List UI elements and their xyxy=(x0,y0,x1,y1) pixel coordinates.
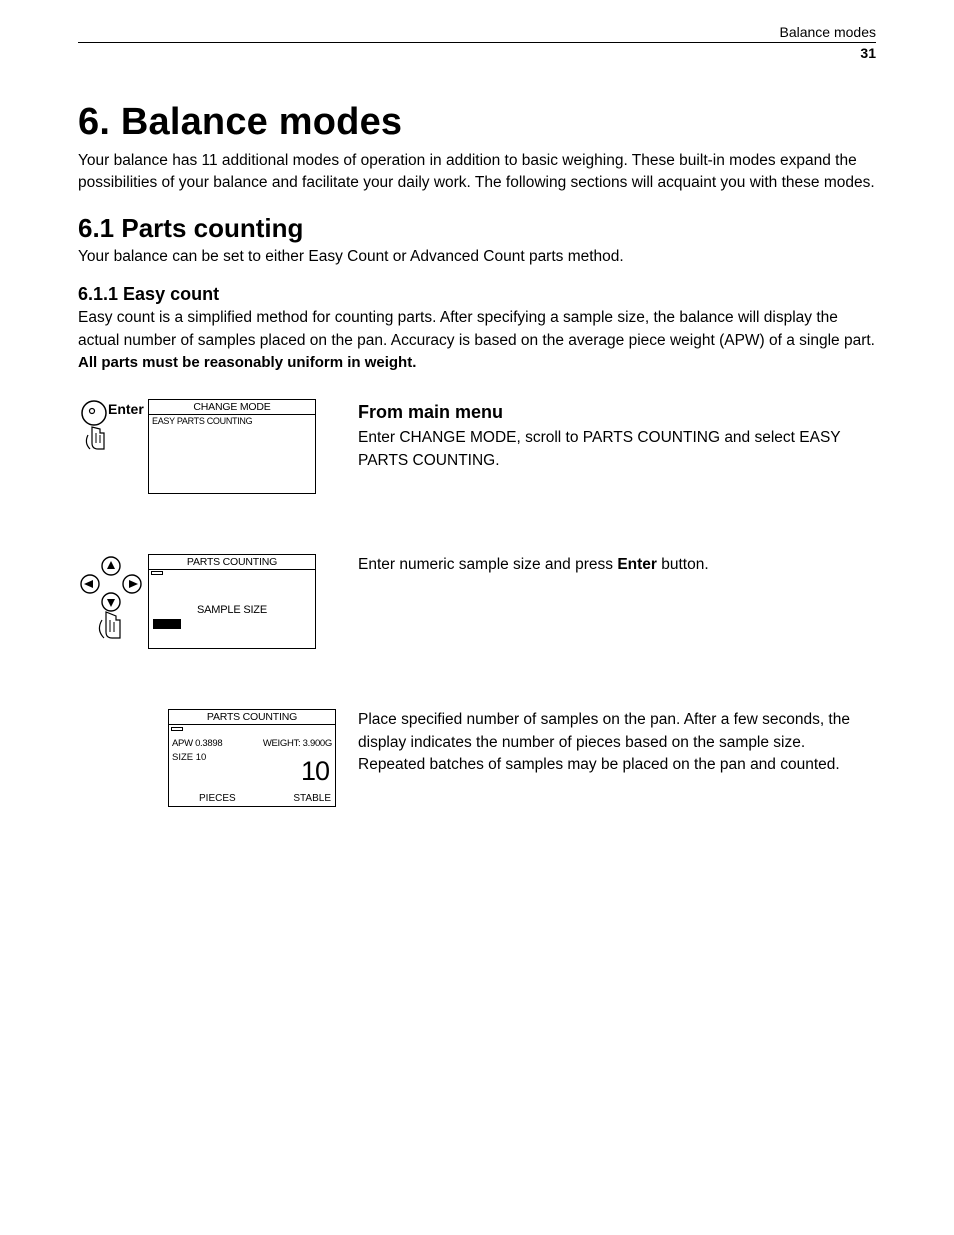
chapter-title: 6. Balance modes xyxy=(78,101,876,144)
step-1-graphic: Enter CHANGE MODE EASY PARTS COUNTING xyxy=(78,399,358,494)
lcd-screen-result: PARTS COUNTING APW 0.3898 WEIGHT: 3.900G… xyxy=(168,709,336,807)
header-rule xyxy=(78,42,876,43)
lcd-screen-change-mode: CHANGE MODE EASY PARTS COUNTING xyxy=(148,399,316,494)
lcd-weight: WEIGHT: 3.900G xyxy=(263,738,332,749)
step-3: PARTS COUNTING APW 0.3898 WEIGHT: 3.900G… xyxy=(78,709,876,807)
step-1-body: Enter CHANGE MODE, scroll to PARTS COUNT… xyxy=(358,429,840,468)
step-2-body-b: button. xyxy=(657,556,709,573)
step-1-text: From main menu Enter CHANGE MODE, scroll… xyxy=(358,399,876,472)
lcd-line2: EASY PARTS COUNTING xyxy=(149,415,315,429)
enter-word-bold: Enter xyxy=(617,556,657,573)
page-number: 31 xyxy=(78,45,876,61)
step-2: PARTS COUNTING SAMPLE SIZE Enter numeric… xyxy=(78,554,876,649)
lcd-title: CHANGE MODE xyxy=(149,400,315,415)
lcd-pieces-label: PIECES xyxy=(199,793,236,804)
section-6-1-1-body: Easy count is a simplified method for co… xyxy=(78,307,876,352)
running-head: Balance modes xyxy=(78,24,876,40)
section-6-1-body: Your balance can be set to either Easy C… xyxy=(78,246,876,268)
step-3-graphic: PARTS COUNTING APW 0.3898 WEIGHT: 3.900G… xyxy=(78,709,358,807)
section-6-1-heading: 6.1 Parts counting xyxy=(78,213,876,244)
lcd-title: PARTS COUNTING xyxy=(149,555,315,570)
lcd-size: SIZE 10 xyxy=(172,752,206,763)
section-6-1-1-heading: 6.1.1 Easy count xyxy=(78,284,876,305)
direction-pad-icon xyxy=(78,554,144,644)
dpad-icon-col xyxy=(78,554,148,649)
step-2-graphic: PARTS COUNTING SAMPLE SIZE xyxy=(78,554,358,649)
step-3-text: Place specified number of samples on the… xyxy=(358,709,876,776)
lcd-title: PARTS COUNTING xyxy=(169,710,335,725)
lcd-screen-sample-size: PARTS COUNTING SAMPLE SIZE xyxy=(148,554,316,649)
lcd-piece-count: 10 xyxy=(301,756,329,787)
chapter-intro: Your balance has 11 additional modes of … xyxy=(78,150,876,195)
lcd-cursor xyxy=(153,619,181,629)
step-2-body-a: Enter numeric sample size and press xyxy=(358,556,617,573)
manual-page: Balance modes 31 6. Balance modes Your b… xyxy=(0,0,954,1235)
step-1-heading: From main menu xyxy=(358,399,876,425)
lcd-apw: APW 0.3898 xyxy=(172,738,222,749)
step-2-text: Enter numeric sample size and press Ente… xyxy=(358,554,876,576)
uniform-weight-note: All parts must be reasonably uniform in … xyxy=(78,354,876,371)
enter-key-icon-col: Enter xyxy=(78,399,148,460)
lcd-sample-size-label: SAMPLE SIZE xyxy=(149,604,315,616)
enter-key-label: Enter xyxy=(108,401,144,417)
step-1: Enter CHANGE MODE EASY PARTS COUNTING Fr… xyxy=(78,399,876,494)
lcd-stable-label: STABLE xyxy=(293,793,331,804)
